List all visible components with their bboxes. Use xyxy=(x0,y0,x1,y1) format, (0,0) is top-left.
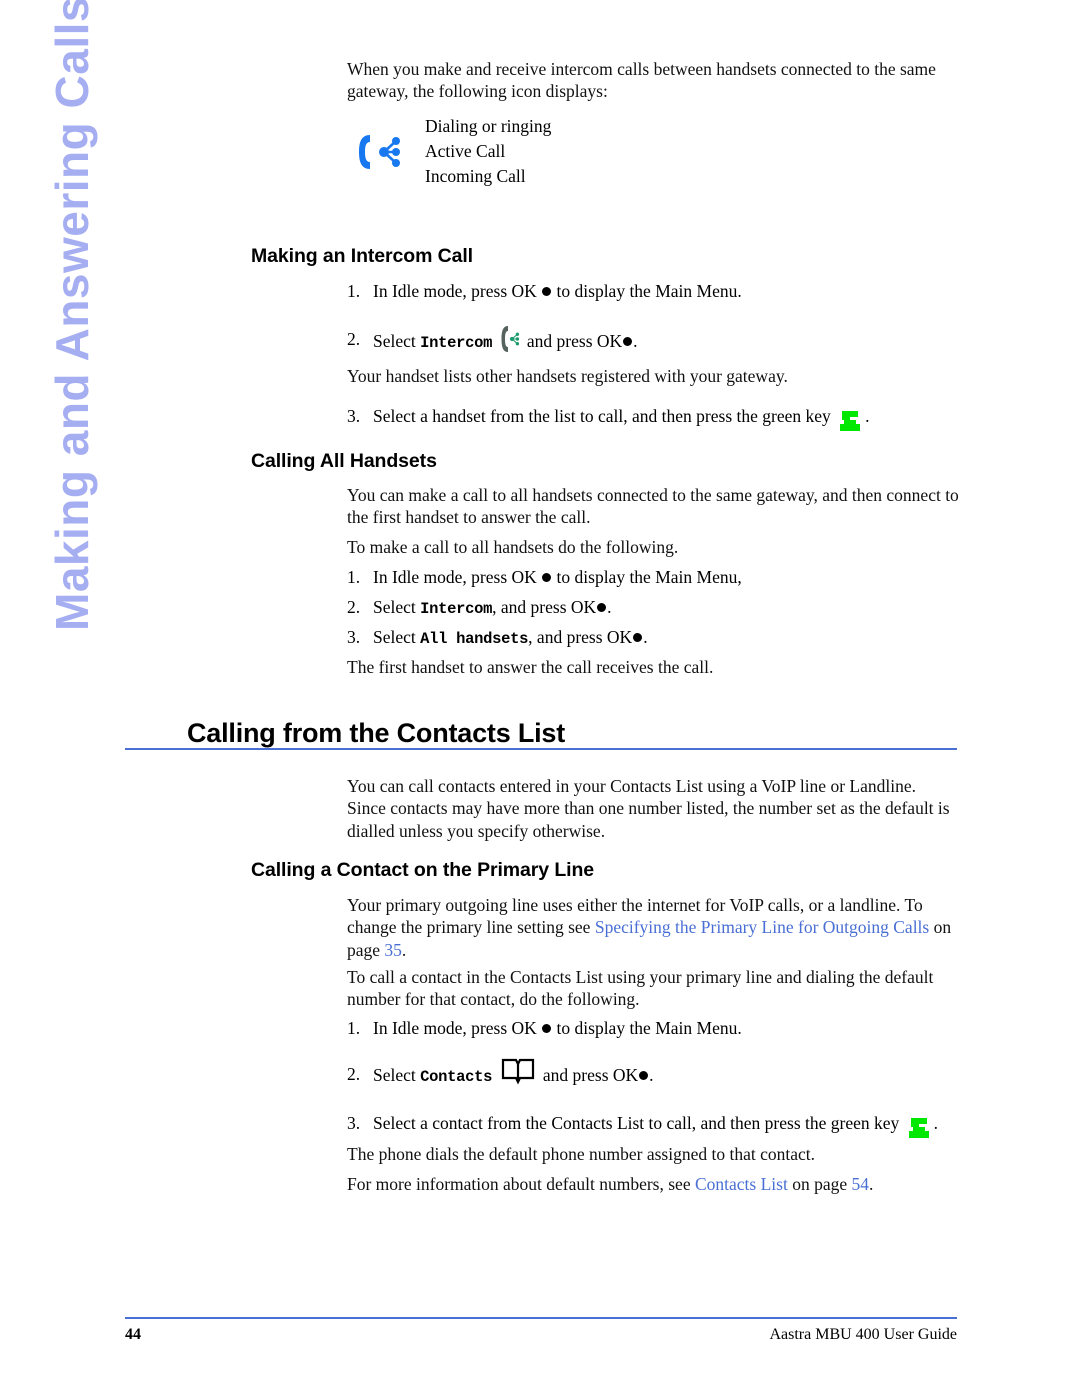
calling-all-handsets-paragraph-2: To make a call to all handsets do the fo… xyxy=(347,537,679,557)
note-text-part: For more information about default numbe… xyxy=(347,1174,691,1194)
step-text-part: Select a contact from the Contacts List … xyxy=(373,1113,900,1133)
step-number: 1. xyxy=(347,281,361,301)
ok-button-dot-icon xyxy=(633,633,643,642)
step-note: The phone dials the default phone number… xyxy=(347,1144,815,1164)
link-page-54[interactable]: 54 xyxy=(851,1174,869,1194)
step-text-part: . xyxy=(933,1113,939,1133)
green-call-key-icon xyxy=(906,1117,932,1139)
intro-paragraph: When you make and receive intercom calls… xyxy=(347,59,936,102)
step-text: Select Intercom, and press OK. xyxy=(373,596,963,620)
step-text: Select All handsets, and press OK. xyxy=(373,626,963,650)
step-text-part: to display the Main Menu, xyxy=(556,567,742,587)
step-number: 3. xyxy=(347,406,361,426)
primary-line-paragraph-2: To call a contact in the Contacts List u… xyxy=(347,967,934,1010)
step-text-part: and press OK xyxy=(542,1065,639,1086)
step-text: Select Intercom and press OK. xyxy=(373,326,963,358)
step-text: Select a handset from the list to call, … xyxy=(373,405,963,432)
step-number: 2. xyxy=(347,329,361,349)
heading-making-an-intercom-call: Making an Intercom Call xyxy=(251,245,473,267)
heading-calling-a-contact-on-the-primary-line: Calling a Contact on the Primary Line xyxy=(251,859,595,881)
step-note: The first handset to answer the call rec… xyxy=(347,657,714,677)
menu-item-label: All handsets xyxy=(420,630,529,648)
step-text-part: Select xyxy=(373,627,416,647)
step-note-with-links: For more information about default numbe… xyxy=(347,1173,959,1195)
step-number: 1. xyxy=(347,567,361,587)
step-text-part: . xyxy=(643,627,648,647)
step-text-part: Select xyxy=(373,597,416,617)
step-text-part: . xyxy=(633,331,638,352)
step-text-part: In Idle mode, press OK xyxy=(373,281,537,301)
ok-button-dot-icon xyxy=(639,1071,649,1081)
chapter-heading-rule xyxy=(125,748,957,750)
intercom-icon xyxy=(500,324,520,354)
link-contacts-list[interactable]: Contacts List xyxy=(695,1174,788,1194)
step-text-part: , and press OK xyxy=(492,597,597,617)
menu-item-label: Intercom xyxy=(420,600,493,618)
heading-calling-from-the-contacts-list: Calling from the Contacts List xyxy=(187,718,566,748)
icon-caption-active: Active Call xyxy=(425,141,506,161)
link-page-35[interactable]: 35 xyxy=(384,940,402,960)
menu-item-label: Contacts xyxy=(420,1068,493,1087)
step-text-part: In Idle mode, press OK xyxy=(373,1018,537,1038)
step-text-part: Select xyxy=(373,331,416,352)
chapter-side-tab-label: Making and Answering Calls xyxy=(46,0,98,631)
ok-button-dot-icon xyxy=(542,287,552,296)
footer-guide-title: Aastra MBU 400 User Guide xyxy=(769,1326,957,1343)
step-note: Your handset lists other handsets regist… xyxy=(347,366,788,386)
icon-caption-dialing: Dialing or ringing xyxy=(425,116,552,136)
step-text-part: . xyxy=(649,1065,654,1086)
step-text: In Idle mode, press OK to display the Ma… xyxy=(373,280,963,302)
footer-page-number: 44 xyxy=(125,1326,141,1343)
step-number: 2. xyxy=(347,597,361,617)
calling-all-handsets-paragraph-1: You can make a call to all handsets conn… xyxy=(347,485,959,528)
step-text-part: Select xyxy=(373,1065,416,1086)
green-call-key-icon xyxy=(837,410,863,432)
ok-button-dot-icon xyxy=(542,1024,552,1033)
page-content: When you make and receive intercom calls… xyxy=(125,0,959,1397)
contacts-book-icon xyxy=(501,1058,535,1086)
step-text-part: to display the Main Menu. xyxy=(556,281,742,301)
footer-rule xyxy=(125,1317,957,1319)
chapter-side-tab: Making and Answering Calls xyxy=(0,0,130,640)
link-specifying-the-primary-line[interactable]: Specifying the Primary Line for Outgoing… xyxy=(595,917,929,937)
step-text-part: to display the Main Menu. xyxy=(556,1018,742,1038)
step-number: 3. xyxy=(347,627,361,647)
step-text-part: . xyxy=(865,406,870,426)
icon-caption-incoming: Incoming Call xyxy=(425,166,526,186)
step-text: Select Contacts and press OK. xyxy=(373,1058,963,1091)
intercom-icon xyxy=(350,125,404,179)
step-text-part: . xyxy=(607,597,612,617)
contacts-list-chapter-paragraph: You can call contacts entered in your Co… xyxy=(347,776,950,841)
step-text: In Idle mode, press OK to display the Ma… xyxy=(373,1017,963,1039)
step-text: Select a contact from the Contacts List … xyxy=(373,1112,963,1139)
step-text-part: Select a handset from the list to call, … xyxy=(373,406,831,426)
step-number: 1. xyxy=(347,1018,361,1038)
step-number: 3. xyxy=(347,1113,361,1133)
ok-button-dot-icon xyxy=(542,573,552,582)
note-text-part: on page xyxy=(792,1174,848,1194)
menu-item-label: Intercom xyxy=(420,334,493,353)
ok-button-dot-icon xyxy=(597,603,607,612)
step-text-part: In Idle mode, press OK xyxy=(373,567,537,587)
step-text: In Idle mode, press OK to display the Ma… xyxy=(373,566,963,588)
note-text-part: . xyxy=(868,1174,874,1194)
step-text-part: and press OK xyxy=(526,331,623,352)
paragraph-text-part: . xyxy=(401,939,407,960)
primary-line-paragraph-1: Your primary outgoing line uses either t… xyxy=(347,894,959,961)
step-text-part: , and press OK xyxy=(528,627,633,647)
ok-button-dot-icon xyxy=(623,337,633,347)
step-number: 2. xyxy=(347,1064,361,1084)
heading-calling-all-handsets: Calling All Handsets xyxy=(251,450,437,472)
